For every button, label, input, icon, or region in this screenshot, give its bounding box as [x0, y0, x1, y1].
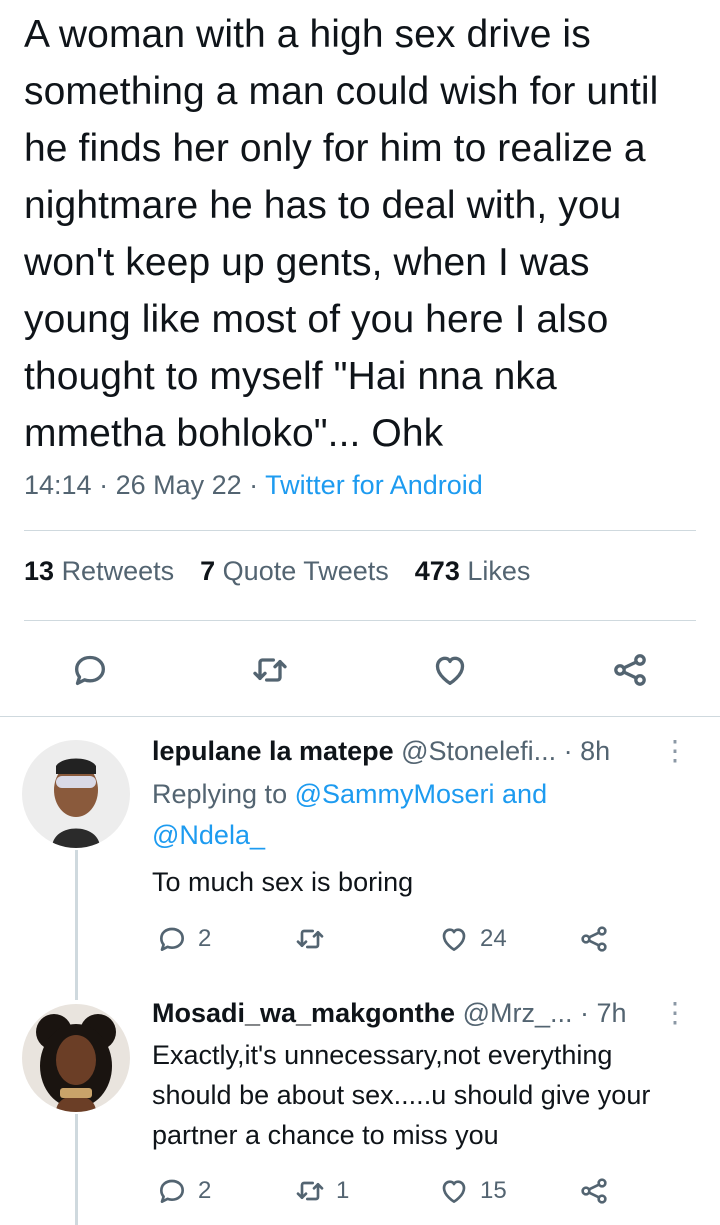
share-button[interactable]	[578, 1171, 610, 1211]
like-icon[interactable]	[420, 640, 480, 700]
divider	[24, 530, 696, 531]
like-icon	[442, 928, 466, 951]
retweet-button[interactable]	[294, 919, 336, 959]
tweet-source-link[interactable]: Twitter for Android	[265, 470, 483, 500]
reply-count: 2	[198, 1177, 212, 1204]
avatar[interactable]	[22, 1004, 130, 1112]
reply-author-name[interactable]: lepulane la matepe	[152, 736, 394, 766]
reply-count: 2	[198, 925, 212, 952]
reply-time: 8h	[580, 736, 611, 766]
reply-actions: 2 1 15	[152, 1171, 672, 1211]
reply-author-name[interactable]: Mosadi_wa_makgonthe	[152, 998, 455, 1028]
like-count: 15	[480, 1177, 507, 1204]
tweet-date: 26 May 22	[115, 470, 242, 500]
reply-header: Mosadi_wa_makgonthe @Mrz_... · 7h	[152, 998, 692, 1029]
mention-link[interactable]: @Ndela_	[152, 820, 265, 850]
avatar[interactable]	[22, 740, 130, 848]
tweet-actions	[0, 640, 720, 700]
mention-link[interactable]: @SammyMoseri	[295, 779, 495, 809]
reply-icon[interactable]	[60, 640, 120, 700]
reply-tweet[interactable]: Mosadi_wa_makgonthe @Mrz_... · 7h ⋮ Exac…	[0, 986, 720, 1225]
reply-icon	[160, 1179, 184, 1203]
thread-line	[75, 850, 78, 986]
tweet-time: 14:14	[24, 470, 92, 500]
retweet-count: 1	[336, 1177, 350, 1204]
header-separator: ·	[572, 998, 597, 1028]
likes-stat[interactable]: 473 Likes	[415, 556, 531, 587]
tweet-meta: 14:14 · 26 May 22 · Twitter for Android	[24, 470, 483, 501]
like-icon	[442, 1180, 466, 1203]
share-icon[interactable]	[600, 640, 660, 700]
tweet-text: A woman with a high sex drive is somethi…	[24, 13, 659, 455]
share-button[interactable]	[578, 919, 610, 959]
like-button[interactable]: 15	[438, 1171, 507, 1211]
mention-and: and	[494, 779, 548, 809]
share-icon	[581, 1178, 607, 1204]
reply-text: Exactly,it's unnecessary,not everything …	[152, 1040, 651, 1150]
retweet-icon	[296, 929, 324, 949]
retweet-icon[interactable]	[240, 640, 300, 700]
header-separator: ·	[556, 736, 581, 766]
more-options-icon[interactable]: ⋮	[661, 996, 689, 1029]
reply-button[interactable]: 2	[156, 919, 211, 959]
tweet-stats: 13 Retweets 7 Quote Tweets 473 Likes	[24, 556, 556, 587]
quote-tweets-stat[interactable]: 7 Quote Tweets	[200, 556, 389, 587]
more-options-icon[interactable]: ⋮	[661, 734, 689, 767]
like-button[interactable]: 24	[438, 919, 507, 959]
reply-author-handle[interactable]: @Stonelefi...	[401, 736, 556, 766]
divider	[24, 620, 696, 621]
share-icon	[581, 926, 607, 952]
reply-actions: 2 24	[152, 919, 672, 959]
retweet-icon	[296, 1181, 324, 1201]
reply-text: To much sex is boring	[152, 867, 414, 897]
meta-separator: ·	[91, 470, 116, 500]
reply-author-handle[interactable]: @Mrz_...	[463, 998, 573, 1028]
reply-tweet[interactable]: lepulane la matepe @Stonelefi... · 8h ⋮ …	[0, 716, 720, 986]
like-count: 24	[480, 925, 507, 952]
retweet-button[interactable]: 1	[294, 1171, 349, 1211]
replying-to: Replying to @SammyMoseri and @Ndela_	[152, 779, 548, 850]
reply-header: lepulane la matepe @Stonelefi... · 8h	[152, 736, 692, 767]
meta-separator: ·	[241, 470, 266, 500]
reply-icon	[160, 927, 184, 951]
thread-line	[75, 986, 78, 1000]
reply-button[interactable]: 2	[156, 1171, 211, 1211]
thread-line	[75, 1114, 78, 1225]
reply-time: 7h	[596, 998, 627, 1028]
retweets-stat[interactable]: 13 Retweets	[24, 556, 174, 587]
